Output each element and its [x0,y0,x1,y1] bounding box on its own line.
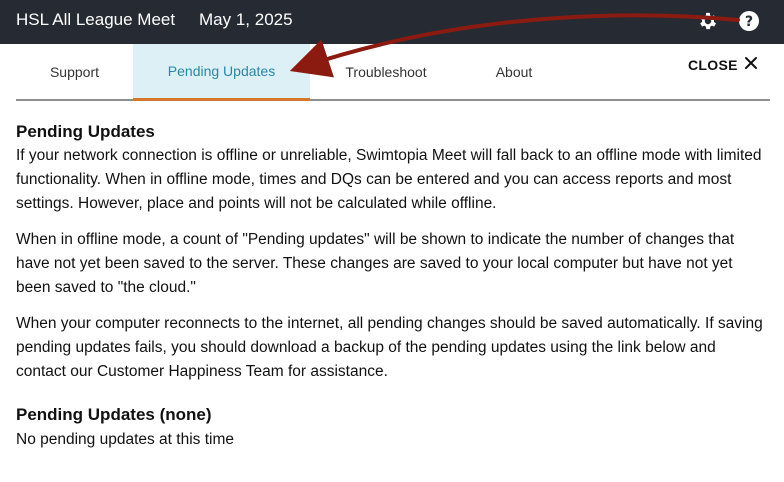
paragraph-reconnect: When your computer reconnects to the int… [16,315,763,380]
pending-updates-none-heading: Pending Updates (none) [16,405,212,424]
tab-support[interactable]: Support [16,44,133,100]
top-bar: HSL All League Meet May 1, 2025 ? [0,0,784,44]
close-label: CLOSE [688,56,738,73]
close-button[interactable]: CLOSE [688,56,758,73]
paragraph-pending-count: When in offline mode, a count of "Pendin… [16,231,735,296]
meet-date: May 1, 2025 [199,10,293,29]
help-icon[interactable]: ? [738,10,760,32]
section-heading: Pending Updates [16,122,155,141]
paragraph-offline-mode: If your network connection is offline or… [16,147,762,212]
tab-pending-updates[interactable]: Pending Updates [133,44,310,101]
tab-bar: Support Pending Updates Troubleshoot Abo… [16,44,770,101]
gear-icon[interactable] [697,10,719,32]
pending-updates-panel: Pending Updates If your network connecti… [16,120,766,396]
meet-title: HSL All League Meet [16,10,176,29]
tab-about[interactable]: About [462,44,566,100]
tab-troubleshoot[interactable]: Troubleshoot [310,44,462,100]
close-icon [744,56,758,73]
pending-updates-status: No pending updates at this time [16,431,234,448]
svg-text:?: ? [745,14,753,30]
